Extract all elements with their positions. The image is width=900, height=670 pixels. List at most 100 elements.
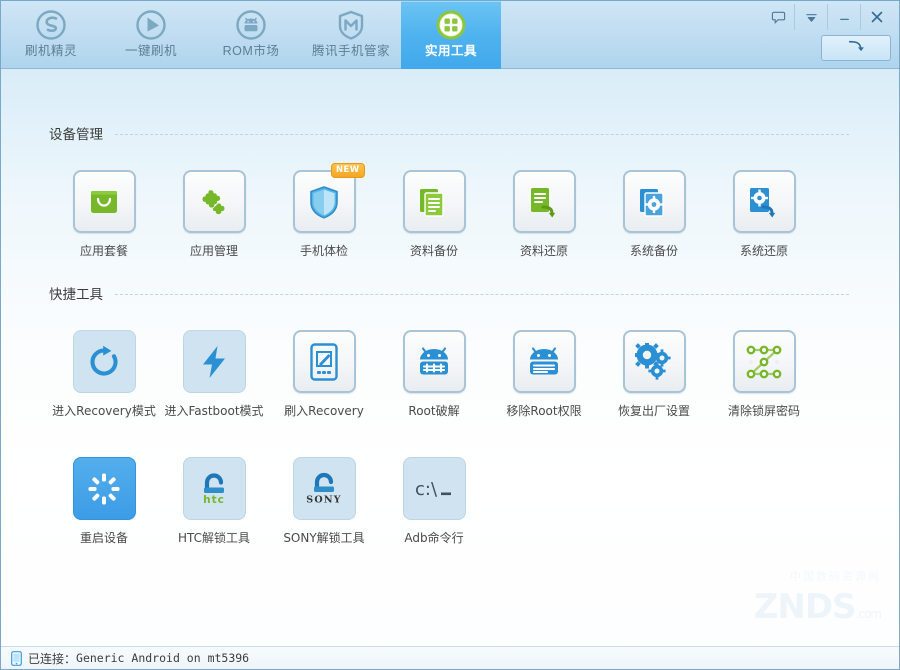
tool-label: 移除Root权限 xyxy=(506,404,582,418)
grid-circle-icon xyxy=(434,8,468,42)
refresh-arrow-icon xyxy=(848,40,864,52)
tab-4[interactable]: 腾讯手机管家 xyxy=(301,1,401,69)
tab-2[interactable]: 一键刷机 xyxy=(101,1,201,69)
watermark-sub: .com xyxy=(855,607,882,621)
tab-label: 刷机精灵 xyxy=(24,44,77,58)
tool-gears[interactable]: 恢复出厂设置 xyxy=(599,330,709,419)
tool-tile[interactable] xyxy=(622,170,686,233)
tool-tile[interactable] xyxy=(182,170,246,233)
tool-reboot-recovery[interactable]: 进入Recovery模式 xyxy=(49,330,159,419)
menu-button[interactable] xyxy=(794,4,827,30)
system-backup-icon xyxy=(636,184,672,220)
tool-label: HTC解锁工具 xyxy=(177,531,251,545)
reboot-sun-icon xyxy=(87,472,121,506)
status-device: Generic Android on mt5396 xyxy=(76,651,250,665)
adb-console-icon: c:\ xyxy=(411,474,457,504)
tool-tile[interactable]: NEW xyxy=(292,163,365,233)
svg-text:htc: htc xyxy=(203,494,225,506)
tool-document-restore[interactable]: 资料还原 xyxy=(489,170,599,259)
gears-icon xyxy=(635,342,673,381)
htc-unlock-icon: htc xyxy=(195,471,233,507)
shield-m-icon xyxy=(334,8,368,42)
tool-sony-unlock[interactable]: SONY SONY解锁工具 xyxy=(269,457,379,546)
tab-3[interactable]: ROM市场 xyxy=(201,1,301,69)
android-unroot-icon xyxy=(525,346,563,378)
tool-tile[interactable] xyxy=(732,170,796,233)
feedback-button[interactable] xyxy=(762,4,794,30)
tile-row: 应用套餐 应用管理 NEW 手机体检 资料备份 资料还原 系统备份 系统还原 xyxy=(1,163,899,259)
tab-label: ROM市场 xyxy=(222,44,280,58)
section-divider xyxy=(115,294,849,296)
tool-label: 恢复出厂设置 xyxy=(617,404,690,418)
tool-label: 应用套餐 xyxy=(79,244,128,258)
document-restore-icon xyxy=(526,184,562,220)
tool-phone-pencil[interactable]: 刷入Recovery xyxy=(269,330,379,419)
section-header: 设备管理 xyxy=(1,124,899,143)
phone-pencil-icon xyxy=(310,342,338,381)
tool-reboot-sun[interactable]: 重启设备 xyxy=(49,457,159,546)
android-circle-icon xyxy=(234,8,268,42)
puzzle-piece-icon xyxy=(196,184,232,220)
tab-label: 一键刷机 xyxy=(124,44,177,58)
reboot-recovery-icon xyxy=(87,345,121,379)
tool-pattern-lock[interactable]: 清除锁屏密码 xyxy=(709,330,819,419)
tool-puzzle-piece[interactable]: 应用管理 xyxy=(159,170,269,259)
close-button[interactable] xyxy=(860,4,893,30)
tool-tile[interactable] xyxy=(512,170,576,233)
tool-tile[interactable] xyxy=(72,170,136,233)
tool-label: SONY解锁工具 xyxy=(283,531,365,545)
tool-label: Adb命令行 xyxy=(404,531,464,545)
minimize-icon xyxy=(839,18,849,20)
tool-system-backup[interactable]: 系统备份 xyxy=(599,170,709,259)
tool-tile[interactable] xyxy=(72,457,136,520)
tool-tile[interactable] xyxy=(292,330,356,393)
tool-label: 资料还原 xyxy=(519,244,568,258)
tool-tile[interactable]: c:\ xyxy=(402,457,466,520)
tool-android-unroot[interactable]: 移除Root权限 xyxy=(489,330,599,419)
tool-label: 资料备份 xyxy=(409,244,458,258)
tool-label: 清除锁屏密码 xyxy=(727,404,800,418)
documents-copy-icon xyxy=(416,184,452,220)
phone-icon xyxy=(11,650,22,666)
minimize-button[interactable] xyxy=(827,4,860,30)
tool-tile[interactable] xyxy=(732,330,796,393)
tool-lightning-bolt[interactable]: 进入Fastboot模式 xyxy=(159,330,269,419)
tool-tile[interactable] xyxy=(402,170,466,233)
tool-shopping-bag[interactable]: 应用套餐 xyxy=(49,170,159,259)
tool-tile[interactable] xyxy=(182,330,246,393)
tool-tile[interactable] xyxy=(622,330,686,393)
tab-1[interactable]: 刷机精灵 xyxy=(1,1,101,69)
tool-tile[interactable]: htc xyxy=(182,457,246,520)
tool-shield-check[interactable]: NEW 手机体检 xyxy=(269,163,379,259)
tool-label: 进入Recovery模式 xyxy=(52,404,156,418)
application-window: 刷机精灵 一键刷机 ROM市场 腾讯手机管家 实用工具 设备管理 应用套餐 应用… xyxy=(0,0,900,670)
tile-row: 重启设备 htc HTC解锁工具 SONY SONY解锁工具 c:\ Adb命令… xyxy=(1,457,899,546)
tool-htc-unlock[interactable]: htc HTC解锁工具 xyxy=(159,457,269,546)
title-tab-bar: 刷机精灵 一键刷机 ROM市场 腾讯手机管家 实用工具 xyxy=(1,1,899,69)
tool-label: 应用管理 xyxy=(189,244,238,258)
status-prefix: 已连接： xyxy=(28,651,77,666)
tool-documents-copy[interactable]: 资料备份 xyxy=(379,170,489,259)
tool-system-restore[interactable]: 系统还原 xyxy=(709,170,819,259)
tool-tile[interactable]: SONY xyxy=(292,457,356,520)
tool-label: Root破解 xyxy=(408,404,460,418)
pattern-lock-icon xyxy=(745,343,783,381)
tool-label: 手机体检 xyxy=(299,244,348,258)
tool-android-root[interactable]: Root破解 xyxy=(379,330,489,419)
svg-text:c:\: c:\ xyxy=(415,479,438,500)
tool-tile[interactable] xyxy=(402,330,466,393)
shield-check-icon xyxy=(306,183,342,221)
tab-5[interactable]: 实用工具 xyxy=(401,1,501,69)
status-bar: 已连接： Generic Android on mt5396 xyxy=(1,646,899,669)
tool-adb-console[interactable]: c:\ Adb命令行 xyxy=(379,457,489,546)
section-header: 快捷工具 xyxy=(1,284,899,303)
refresh-button[interactable] xyxy=(821,35,891,61)
section-1: 设备管理 应用套餐 应用管理 NEW 手机体检 资料备份 资料还原 系统备份 系… xyxy=(1,124,899,259)
lightning-bolt-icon xyxy=(198,344,230,380)
tool-tile[interactable] xyxy=(512,330,576,393)
tool-tile[interactable] xyxy=(72,330,136,393)
sony-unlock-icon: SONY xyxy=(303,471,345,507)
tool-label: 重启设备 xyxy=(79,531,128,545)
section-title: 快捷工具 xyxy=(49,287,103,303)
tab-label: 实用工具 xyxy=(424,44,477,58)
